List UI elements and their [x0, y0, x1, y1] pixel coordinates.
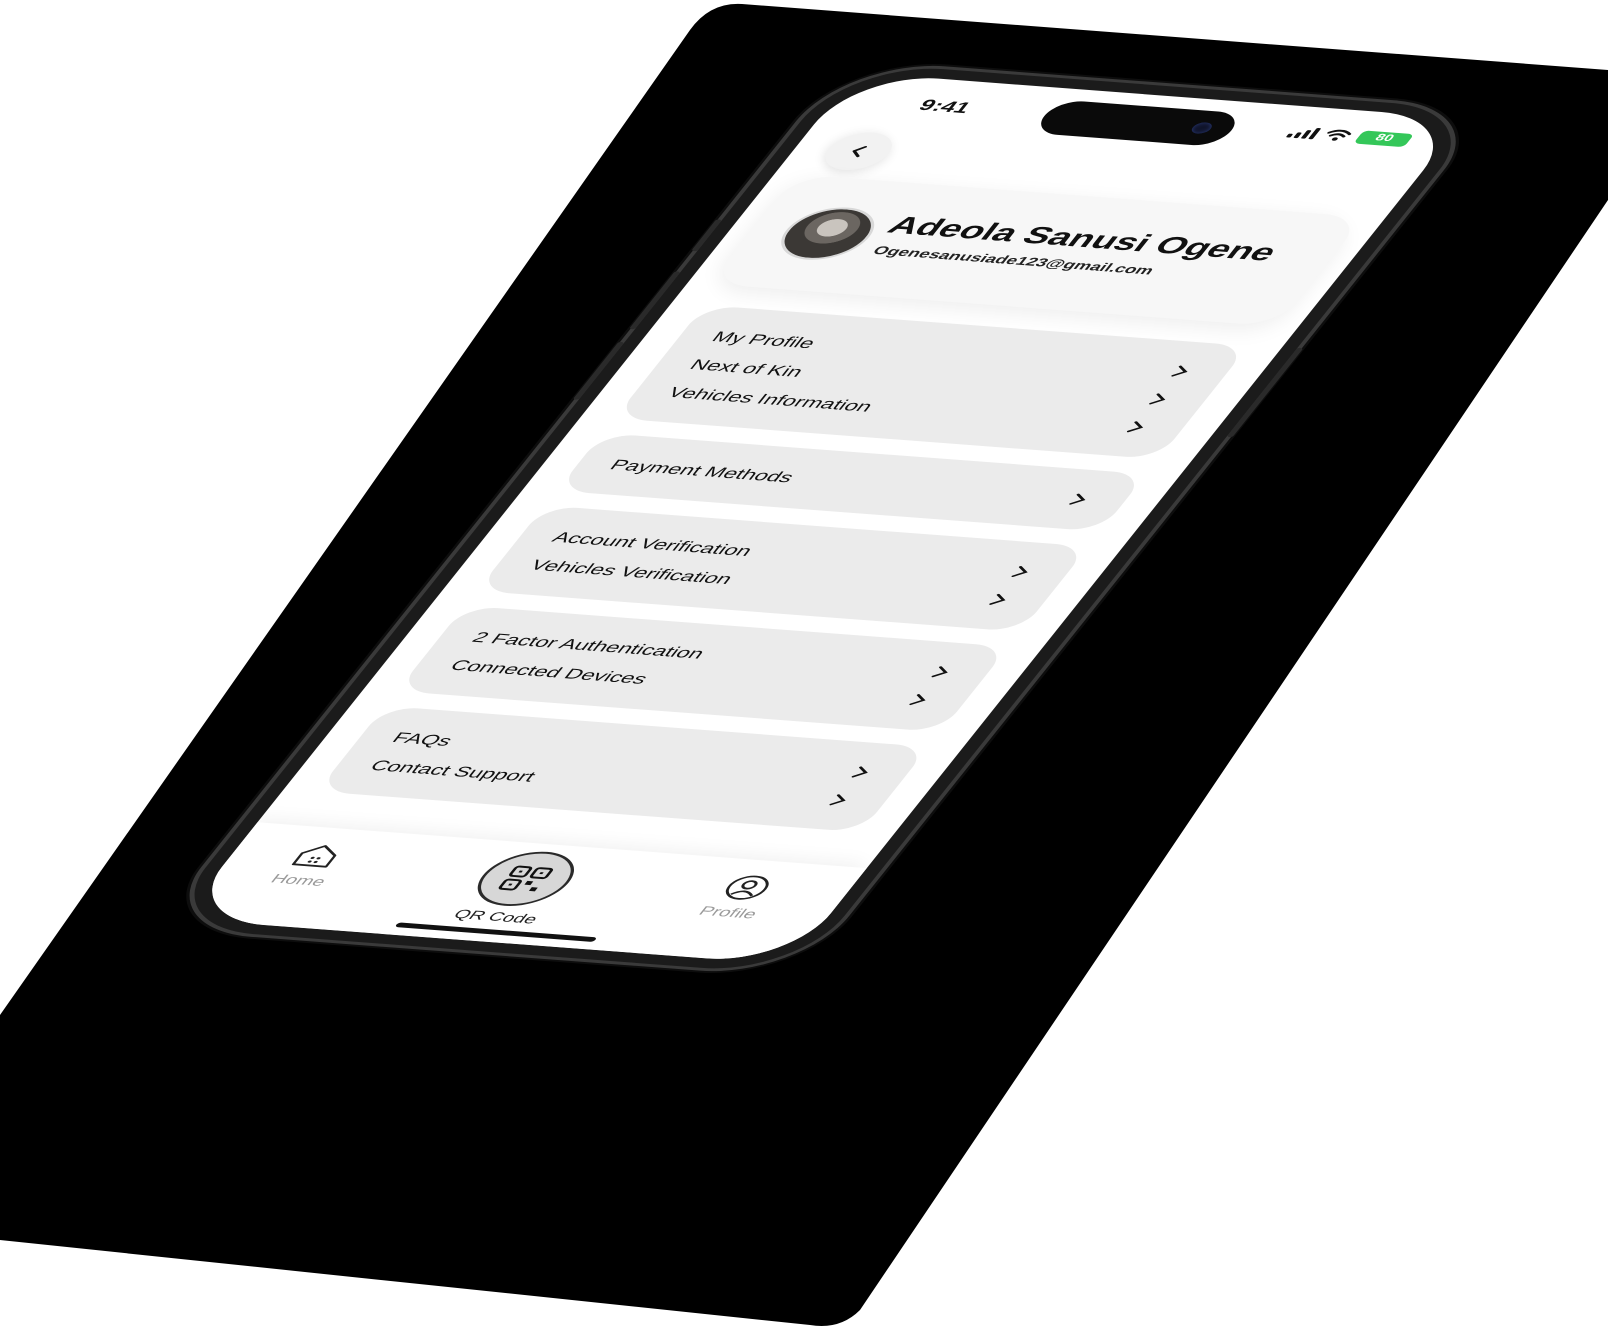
- chevron-right-icon: [901, 692, 937, 709]
- chevron-right-icon: [1003, 564, 1039, 581]
- home-icon: [292, 845, 337, 868]
- chevron-right-icon: [844, 764, 880, 781]
- back-button[interactable]: [814, 130, 904, 173]
- tab-profile[interactable]: Profile: [695, 872, 786, 922]
- chevron-right-icon: [821, 792, 857, 809]
- battery-indicator: 80: [1353, 130, 1415, 148]
- tab-home[interactable]: Home: [267, 839, 355, 889]
- profile-header-card: Adeola Sanusi Ogene Ogenesanusiade123@gm…: [709, 174, 1364, 327]
- chevron-right-icon: [1119, 419, 1155, 436]
- chevron-right-icon: [1163, 363, 1199, 380]
- stage: 9:41 80 Adeola Sanusi Ogene Ogenesanusia…: [0, 0, 1608, 1338]
- qr-code-icon: [498, 865, 554, 892]
- chevron-right-icon: [923, 664, 959, 681]
- status-time: 9:41: [914, 97, 975, 117]
- cellular-signal-icon: [1285, 126, 1322, 140]
- menu-item-label: FAQs: [388, 729, 457, 750]
- menu-item-label: Contact Support: [366, 757, 540, 786]
- menu-item-payment-methods[interactable]: Payment Methods: [601, 450, 1102, 514]
- wifi-icon: [1327, 129, 1352, 141]
- support-group-card: FAQs Contact Support: [316, 705, 929, 833]
- chevron-right-icon: [1141, 391, 1177, 408]
- status-icons: 80: [1285, 125, 1415, 148]
- dynamic-island: [1030, 99, 1245, 147]
- chevron-left-icon: [852, 145, 868, 158]
- tab-qr-label: QR Code: [450, 906, 542, 927]
- tab-qr-code[interactable]: QR Code: [447, 848, 591, 927]
- menu-item-label: Next of Kin: [685, 356, 808, 381]
- chevron-right-icon: [1061, 491, 1097, 508]
- qr-code-button[interactable]: [461, 848, 591, 910]
- camera-icon: [1188, 121, 1216, 135]
- menu-item-label: My Profile: [708, 328, 820, 352]
- account-group-card: My Profile Next of Kin Vehicles Informat…: [614, 305, 1249, 460]
- user-circle-icon: [726, 875, 770, 900]
- tab-profile-label: Profile: [695, 903, 762, 922]
- menu-item-label: Payment Methods: [605, 456, 799, 486]
- chevron-right-icon: [981, 591, 1017, 608]
- tab-home-label: Home: [267, 871, 331, 889]
